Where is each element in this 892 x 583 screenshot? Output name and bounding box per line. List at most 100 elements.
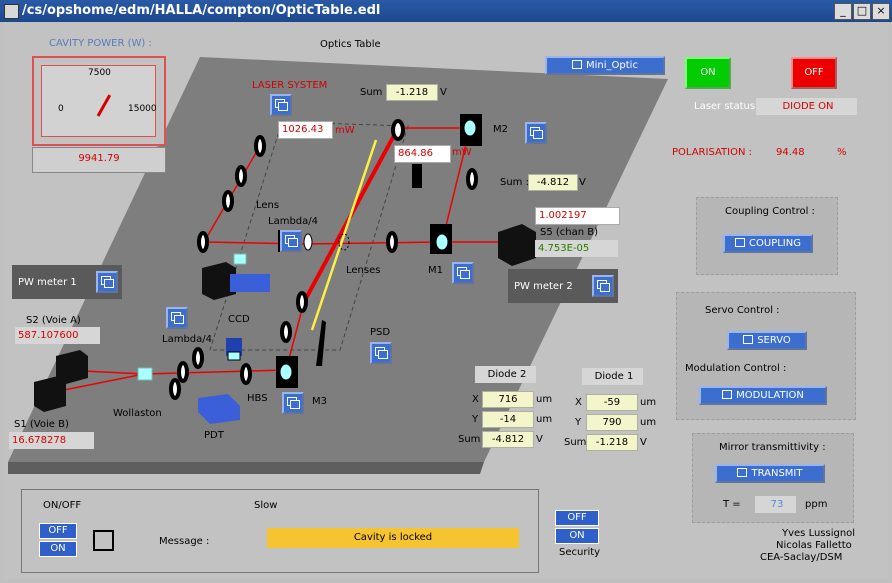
cavity-value-frame: 9941.79 [32,147,166,173]
diode2-x-unit: um [536,394,553,405]
coupling-title: Coupling Control : [725,206,815,217]
s1-label: S1 (Voie B) [14,419,69,430]
laser-off-button[interactable]: OFF [791,57,837,89]
sum-right-label: Sum : [500,177,529,188]
laser-status-label: Laser status: [694,101,759,112]
bottom-control-panel: ON/OFF OFF ON Slow Message : Cavity is l… [21,489,539,573]
diode2-sum-label: Sum [458,434,481,445]
sum-top-unit: V [440,87,447,98]
diode1-y-label: Y [575,417,582,428]
slow-checkbox[interactable] [93,530,114,551]
m1-button[interactable] [452,262,474,284]
credits-line3: CEA-Saclay/DSM [760,552,843,563]
coupling-button[interactable]: COUPLING [723,234,813,253]
mirror-panel: Mirror transmittivity : TRANSMIT T = 73 … [692,433,854,523]
m2-label: M2 [493,124,508,135]
psd-button[interactable] [370,342,392,364]
laser-power-unit: mW [335,125,355,136]
coupling-button-label: COUPLING [749,238,801,249]
title-bar[interactable]: /cs/opshome/edm/HALLA/compton/OpticTable… [0,0,892,22]
s2-value: 587.107600 [15,327,100,344]
mini-optic-button[interactable]: Mini_Optic [545,56,665,75]
lenses-label: Lenses [346,265,381,276]
diode1-x-unit: um [640,397,657,408]
slow-on-button[interactable]: ON [39,541,77,557]
m1-label: M1 [428,265,443,276]
power2-value: 864.86 [394,145,451,163]
s1-value: 16.678278 [9,432,94,449]
power2-unit: mW [452,147,472,158]
servo-button[interactable]: SERVO [727,331,807,350]
sum-right-unit: V [579,177,586,188]
ccd-button[interactable] [166,307,188,329]
sum-right-value: -4.812 [528,174,578,191]
hbs-label: HBS [247,393,268,404]
modulation-button-label: MODULATION [736,390,804,401]
laser-system-button[interactable] [270,94,292,116]
credits-line2: Nicolas Falletto [776,540,852,551]
diode2-y-label: Y [472,414,479,425]
pw-meter-2-label: PW meter 2 [514,281,573,292]
m3-label: M3 [312,396,327,407]
optics-table-title: Optics Table [320,39,381,50]
mirror-t-label: T = [723,499,741,510]
modulation-title: Modulation Control : [685,363,787,374]
s5-value2: 4.753E-05 [535,240,618,257]
mirror-t-unit: ppm [805,499,828,510]
diode2-sum-value: -4.812 [482,431,534,448]
lambda4-bottom-label: Lambda/4 [162,334,212,345]
laser-power-value: 1026.43 [278,121,333,139]
gauge-needle [96,94,112,117]
slow-off-button[interactable]: OFF [39,523,77,539]
transmit-button[interactable]: TRANSMIT [715,464,825,483]
pw-meter-1-button[interactable] [96,271,118,293]
window-menu-icon[interactable] [4,4,19,19]
optical-table-edge [8,462,484,474]
onoff-title: ON/OFF [43,500,82,511]
cavity-power-title: CAVITY POWER (W) : [49,38,152,49]
pdt-label: PDT [204,430,224,441]
mini-optic-label: Mini_Optic [586,60,638,71]
maximize-button[interactable]: □ [853,3,871,20]
ccd-label: CCD [228,314,250,325]
pw-meter-1-panel: PW meter 1 [12,265,122,299]
polarisation-value: 94.48 [776,147,805,158]
sum-top-label: Sum [360,87,383,98]
m3-button[interactable] [282,392,304,414]
diode2-sum-unit: V [536,434,543,445]
diode2-y-value: -14 [482,411,534,428]
pw-meter-2-button[interactable] [592,275,614,297]
s5-value: 1.002197 [535,207,620,225]
diode1-x-value: -59 [586,394,638,411]
client-area: CAVITY POWER (W) : 7500 0 15000 9941.79 … [4,22,888,579]
modulation-button[interactable]: MODULATION [699,386,827,405]
related-display-icon [572,60,583,69]
security-on-button[interactable]: ON [555,528,599,544]
diode1-sum-label: Sum [564,437,587,448]
window-title: /cs/opshome/edm/HALLA/compton/OpticTable… [22,3,381,18]
m2-button[interactable] [525,122,547,144]
related-display-icon [743,335,754,344]
pw-meter-1-label: PW meter 1 [18,277,77,288]
laser-on-button[interactable]: ON [685,57,731,89]
diode2-x-label: X [472,394,479,405]
servo-button-label: SERVO [757,335,791,346]
lambda4-top-button[interactable] [280,230,302,252]
psd-label: PSD [370,327,391,338]
s5-label: S5 (chan B) [540,227,599,238]
security-off-button[interactable]: OFF [555,510,599,526]
minimize-button[interactable]: _ [834,3,852,20]
message-value: Cavity is locked [267,528,519,548]
related-display-icon [722,390,733,399]
servo-title: Servo Control : [705,305,780,316]
diode1-x-label: X [575,397,582,408]
diode2-title: Diode 2 [475,366,536,383]
diode2-x-value: 716 [482,391,534,408]
wollaston-label: Wollaston [113,408,162,419]
transmit-button-label: TRANSMIT [751,468,803,479]
close-button[interactable]: × [872,3,890,20]
diode1-sum-unit: V [640,437,647,448]
mirror-title: Mirror transmittivity : [719,442,826,453]
diode1-sum-value: -1.218 [586,434,638,451]
diode2-y-unit: um [536,414,553,425]
